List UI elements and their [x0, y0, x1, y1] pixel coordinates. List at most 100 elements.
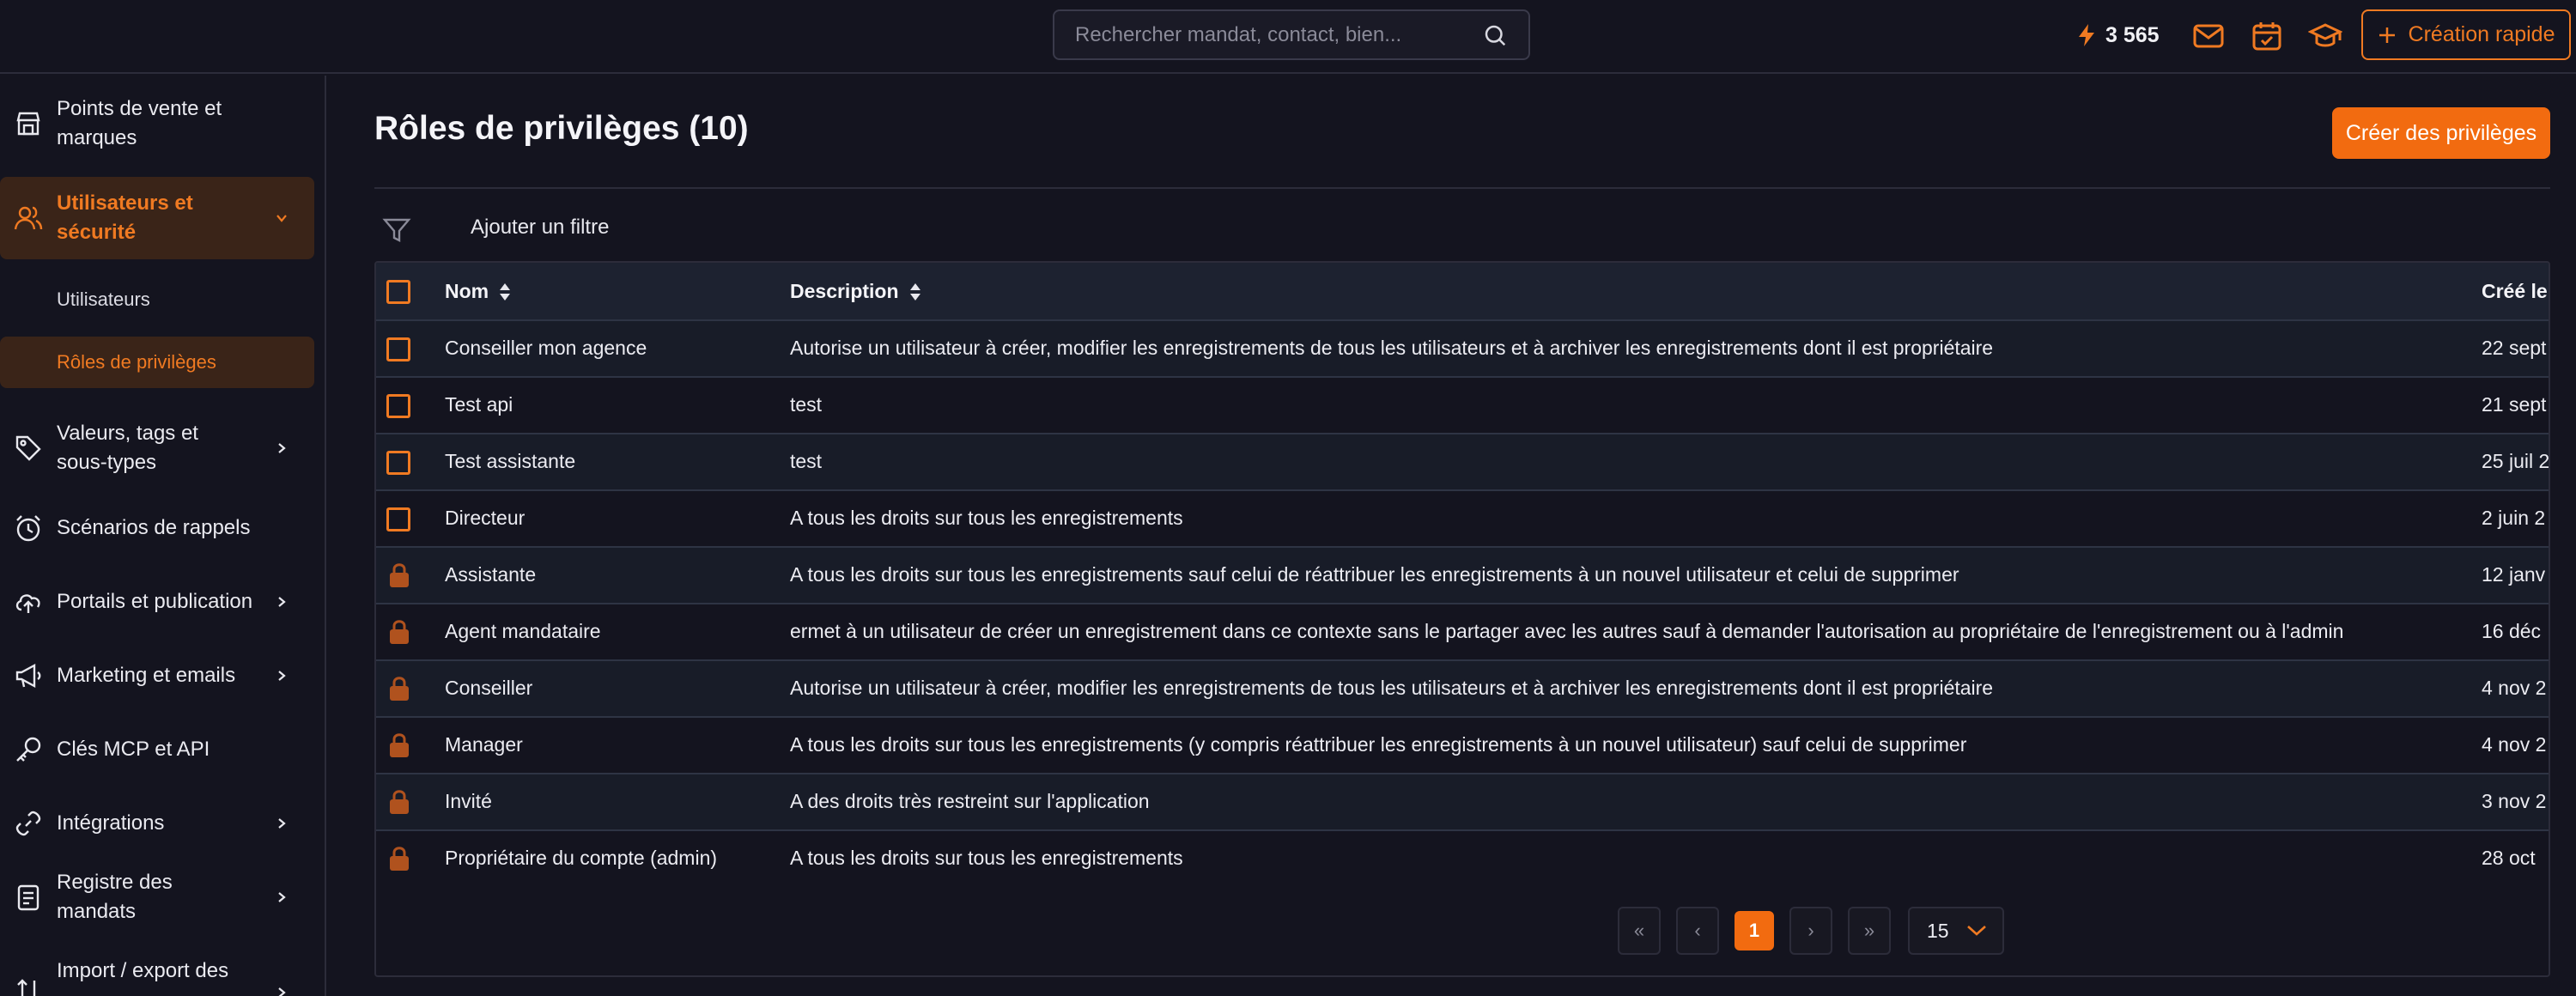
lock-icon	[390, 790, 409, 814]
quick-create-label: Création rapide	[2408, 22, 2555, 46]
sidebar-subitem-roles-privileges[interactable]: Rôles de privilèges	[0, 337, 314, 388]
lock-icon	[390, 620, 409, 644]
row-checkbox[interactable]	[386, 337, 410, 361]
chevron-right-icon	[278, 818, 286, 829]
sidebar-item-label: Points de vente et marques	[57, 97, 222, 149]
role-description: ermet à un utilisateur de créer un enreg…	[790, 620, 2344, 642]
table-row[interactable]: Assistante A tous les droits sur tous le…	[376, 548, 2549, 604]
sidebar-item-marketing-emails[interactable]: Marketing et emails	[0, 654, 314, 697]
sidebar-item-points-de-vente[interactable]: Points de vente et marques	[0, 93, 314, 155]
page-1-button[interactable]: 1	[1735, 911, 1774, 950]
table-row[interactable]: Manager A tous les droits sur tous les e…	[376, 718, 2549, 774]
chevron-right-icon	[278, 443, 286, 453]
role-name[interactable]: Test assistante	[445, 450, 575, 473]
prev-page-button[interactable]: ‹	[1676, 907, 1719, 955]
sidebar-item-label: Clés MCP et API	[57, 738, 210, 761]
chevron-right-icon	[278, 671, 286, 681]
chevron-down-icon	[1967, 926, 1986, 936]
table-row[interactable]: Conseiller Autorise un utilisateur à cré…	[376, 661, 2549, 718]
select-all-checkbox[interactable]	[386, 280, 410, 304]
sidebar-item-label: Import / export des	[57, 959, 229, 982]
role-description: A tous les droits sur tous les enregistr…	[790, 563, 1959, 586]
plus-icon	[2379, 27, 2395, 43]
sidebar-item-label: Intégrations	[57, 811, 165, 835]
table-row[interactable]: Propriétaire du compte (admin) A tous le…	[376, 831, 2549, 888]
role-name[interactable]: Directeur	[445, 507, 525, 530]
sidebar-item-import-export[interactable]: Import / export des	[0, 957, 314, 996]
search-input[interactable]	[1075, 22, 1482, 47]
key-icon	[16, 737, 41, 762]
column-header-name[interactable]: Nom	[445, 280, 511, 303]
role-description: A des droits très restreint sur l'applic…	[790, 790, 1150, 812]
row-checkbox[interactable]	[386, 507, 410, 531]
table-row[interactable]: Test api test 21 sept	[376, 378, 2549, 434]
sidebar-item-valeurs-tags[interactable]: Valeurs, tags et sous-types	[0, 417, 314, 479]
create-privileges-button[interactable]: Créer des privilèges	[2332, 107, 2550, 159]
title-divider	[374, 187, 2550, 189]
table-row[interactable]: Conseiller mon agence Autorise un utilis…	[376, 321, 2549, 378]
role-name[interactable]: Invité	[445, 790, 492, 813]
role-created-date: 21 sept	[2482, 393, 2547, 416]
row-checkbox[interactable]	[386, 394, 410, 418]
global-search[interactable]	[1053, 9, 1530, 60]
role-created-date: 3 nov 2	[2482, 790, 2547, 812]
column-header-label: Nom	[445, 280, 489, 302]
table-row[interactable]: Directeur A tous les droits sur tous les…	[376, 491, 2549, 548]
sidebar-item-portails-publication[interactable]: Portails et publication	[0, 580, 314, 623]
first-page-button[interactable]: «	[1618, 907, 1661, 955]
sidebar-item-label: Portails et publication	[57, 590, 253, 613]
role-name[interactable]: Assistante	[445, 563, 536, 586]
sidebar-item-label: Scénarios de rappels	[57, 516, 251, 539]
table-row[interactable]: Agent mandataire ermet à un utilisateur …	[376, 604, 2549, 661]
calendar-check-icon[interactable]	[2250, 19, 2284, 53]
next-page-button[interactable]: ›	[1789, 907, 1832, 955]
column-header-description[interactable]: Description	[790, 280, 921, 303]
sidebar-item-label: Utilisateurs et sécurité	[57, 191, 193, 244]
per-page-select[interactable]: 15	[1908, 907, 2004, 955]
add-filter-button[interactable]: Ajouter un filtre	[471, 216, 609, 240]
role-name[interactable]: Conseiller mon agence	[445, 337, 647, 360]
search-icon[interactable]	[1482, 22, 1508, 48]
privileges-table: Nom Description Créé le Conseiller mon a…	[374, 261, 2550, 977]
chevron-right-icon	[278, 892, 286, 902]
chevron-right-icon	[278, 597, 286, 607]
credits-counter[interactable]: 3 565	[2076, 15, 2160, 55]
role-name[interactable]: Manager	[445, 733, 523, 756]
table-row[interactable]: Invité A des droits très restreint sur l…	[376, 774, 2549, 831]
last-page-button[interactable]: »	[1848, 907, 1891, 955]
role-name[interactable]: Conseiller	[445, 677, 532, 700]
sidebar-subitem-utilisateurs[interactable]: Utilisateurs	[57, 288, 150, 311]
chevron-right-icon	[278, 987, 286, 996]
table-row[interactable]: Test assistante test 25 juil 2	[376, 434, 2549, 491]
column-header-label: Description	[790, 280, 899, 302]
settings-sidebar: Points de vente et marques Utilisateurs …	[0, 76, 326, 996]
filter-icon[interactable]	[381, 215, 412, 246]
per-page-value: 15	[1927, 919, 1949, 942]
role-name[interactable]: Agent mandataire	[445, 620, 601, 643]
table-header: Nom Description Créé le	[376, 263, 2549, 321]
mail-icon[interactable]	[2191, 19, 2226, 53]
sidebar-item-label: Marketing et emails	[57, 664, 236, 687]
page-title: Rôles de privilèges (10)	[374, 110, 749, 147]
column-header-created[interactable]: Créé le	[2482, 280, 2548, 303]
tag-icon	[15, 435, 41, 461]
chevron-down-icon	[276, 215, 287, 222]
role-description: A tous les droits sur tous les enregistr…	[790, 847, 1183, 869]
sidebar-item-scenarios-rappels[interactable]: Scénarios de rappels	[0, 507, 314, 550]
role-name[interactable]: Test api	[445, 393, 513, 416]
role-created-date: 4 nov 2	[2482, 677, 2547, 699]
sidebar-item-cles-mcp-api[interactable]: Clés MCP et API	[0, 728, 314, 771]
sidebar-item-integrations[interactable]: Intégrations	[0, 802, 314, 845]
sidebar-item-registre-mandats[interactable]: Registre des mandats	[0, 871, 314, 923]
users-icon	[14, 206, 43, 230]
sidebar-item-label: Registre des mandats	[57, 871, 173, 923]
role-name[interactable]: Propriétaire du compte (admin)	[445, 847, 717, 870]
cloud-upload-icon	[15, 594, 40, 613]
sidebar-item-utilisateurs-securite[interactable]: Utilisateurs et sécurité	[0, 177, 314, 259]
role-created-date: 12 janv	[2482, 563, 2546, 586]
role-description: test	[790, 393, 823, 416]
quick-create-button[interactable]: Création rapide	[2361, 9, 2571, 60]
row-checkbox[interactable]	[386, 451, 410, 475]
bolt-icon	[2079, 24, 2094, 46]
graduation-cap-icon[interactable]	[2308, 19, 2342, 53]
